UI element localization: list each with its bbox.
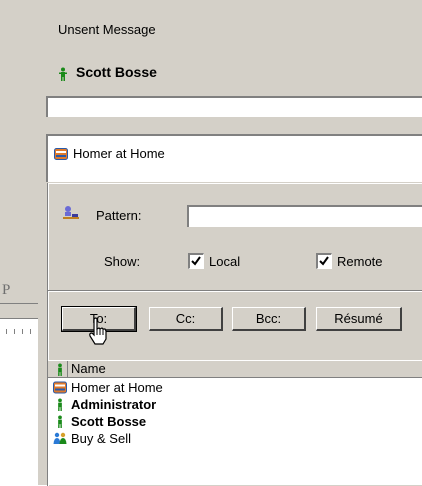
background-partial-text: P bbox=[2, 282, 11, 298]
person-icon bbox=[58, 398, 62, 411]
background-document bbox=[0, 334, 38, 485]
person-icon bbox=[58, 363, 62, 376]
name-column-header[interactable]: Name bbox=[71, 361, 106, 376]
background-divider bbox=[0, 303, 38, 304]
window-title: Unsent Message bbox=[58, 22, 156, 37]
header-divider[interactable] bbox=[67, 361, 68, 377]
pattern-label: Pattern: bbox=[96, 208, 142, 223]
person-icon bbox=[59, 67, 67, 81]
person-icon bbox=[58, 415, 62, 428]
subject-field[interactable] bbox=[46, 96, 422, 117]
list-item-scott-bosse[interactable]: Scott Bosse bbox=[71, 414, 146, 429]
pattern-input[interactable] bbox=[187, 205, 422, 227]
search-person-icon bbox=[63, 206, 79, 219]
recipient-item[interactable]: Homer at Home bbox=[73, 146, 165, 161]
sender-name: Scott Bosse bbox=[76, 64, 157, 80]
address-card-icon bbox=[53, 381, 67, 394]
remote-label[interactable]: Remote bbox=[337, 254, 383, 269]
separator bbox=[48, 290, 422, 292]
cc-button[interactable]: Cc: bbox=[149, 307, 223, 331]
hand-cursor-icon bbox=[89, 317, 107, 345]
address-card-icon bbox=[54, 148, 68, 160]
list-item-homer[interactable]: Homer at Home bbox=[71, 380, 163, 395]
local-label[interactable]: Local bbox=[209, 254, 240, 269]
background-ruler bbox=[0, 318, 38, 335]
resume-button[interactable]: Résumé bbox=[316, 307, 402, 331]
checkmark-icon bbox=[191, 256, 201, 266]
list-item-buy-sell[interactable]: Buy & Sell bbox=[71, 431, 131, 446]
group-icon bbox=[53, 432, 67, 444]
bcc-button[interactable]: Bcc: bbox=[232, 307, 306, 331]
show-label: Show: bbox=[104, 254, 141, 269]
checkmark-icon bbox=[319, 256, 329, 266]
local-checkbox[interactable] bbox=[188, 253, 204, 269]
list-item-administrator[interactable]: Administrator bbox=[71, 397, 156, 412]
remote-checkbox[interactable] bbox=[316, 253, 332, 269]
